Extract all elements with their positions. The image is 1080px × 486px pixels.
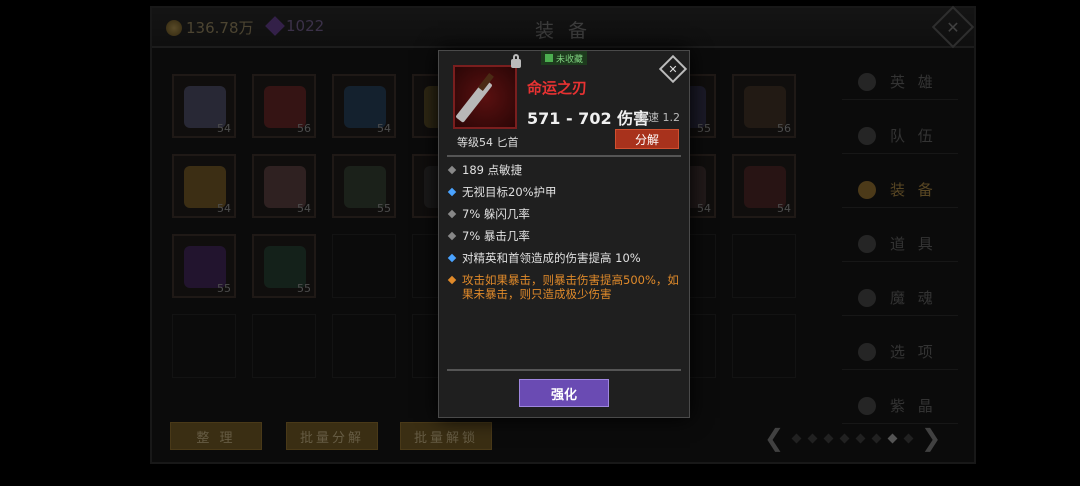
lock-icon[interactable] xyxy=(511,54,521,68)
stat-line: 189 点敏捷 xyxy=(447,163,685,177)
uncollected-badge: 未收藏 xyxy=(541,51,588,65)
stat-line: 7% 躲闪几率 xyxy=(447,207,685,221)
dagger-icon xyxy=(455,79,493,123)
diamond-bullet-icon xyxy=(447,231,457,241)
item-damage: 571 - 702 伤害 xyxy=(527,109,650,128)
stat-line-legendary: 攻击如果暴击，则暴击伤害提高500%，如果未暴击，则只造成极少伤害 xyxy=(447,273,685,301)
stat-line: 无视目标20%护甲 xyxy=(447,185,685,199)
stat-line: 7% 暴击几率 xyxy=(447,229,685,243)
divider xyxy=(447,155,681,157)
stat-list: 189 点敏捷 无视目标20%护甲 7% 躲闪几率 7% 暴击几率 对精英和首领… xyxy=(447,163,685,309)
diamond-bullet-icon xyxy=(447,275,457,285)
stat-line: 对精英和首领造成的伤害提高 10% xyxy=(447,251,685,265)
diamond-bullet-icon xyxy=(447,209,457,219)
diamond-bullet-icon xyxy=(447,253,457,263)
diamond-bullet-icon xyxy=(447,165,457,175)
close-icon: ✕ xyxy=(668,62,678,76)
enhance-button[interactable]: 强化 xyxy=(519,379,609,407)
item-level-type: 等级54 匕首 xyxy=(457,136,519,149)
item-icon-frame xyxy=(453,65,517,129)
divider xyxy=(447,369,681,371)
attack-speed: 攻速 1.2 xyxy=(637,111,680,124)
diamond-bullet-icon xyxy=(447,187,457,197)
item-name: 命运之刃 xyxy=(527,79,588,97)
popup-close-button[interactable]: ✕ xyxy=(658,54,688,84)
salvage-button[interactable]: 分解 xyxy=(615,129,679,149)
book-icon xyxy=(545,54,553,62)
item-detail-popup: 未收藏 命运之刃 571 - 702 伤害 攻速 1.2 等级54 匕首 分解 … xyxy=(438,50,690,418)
